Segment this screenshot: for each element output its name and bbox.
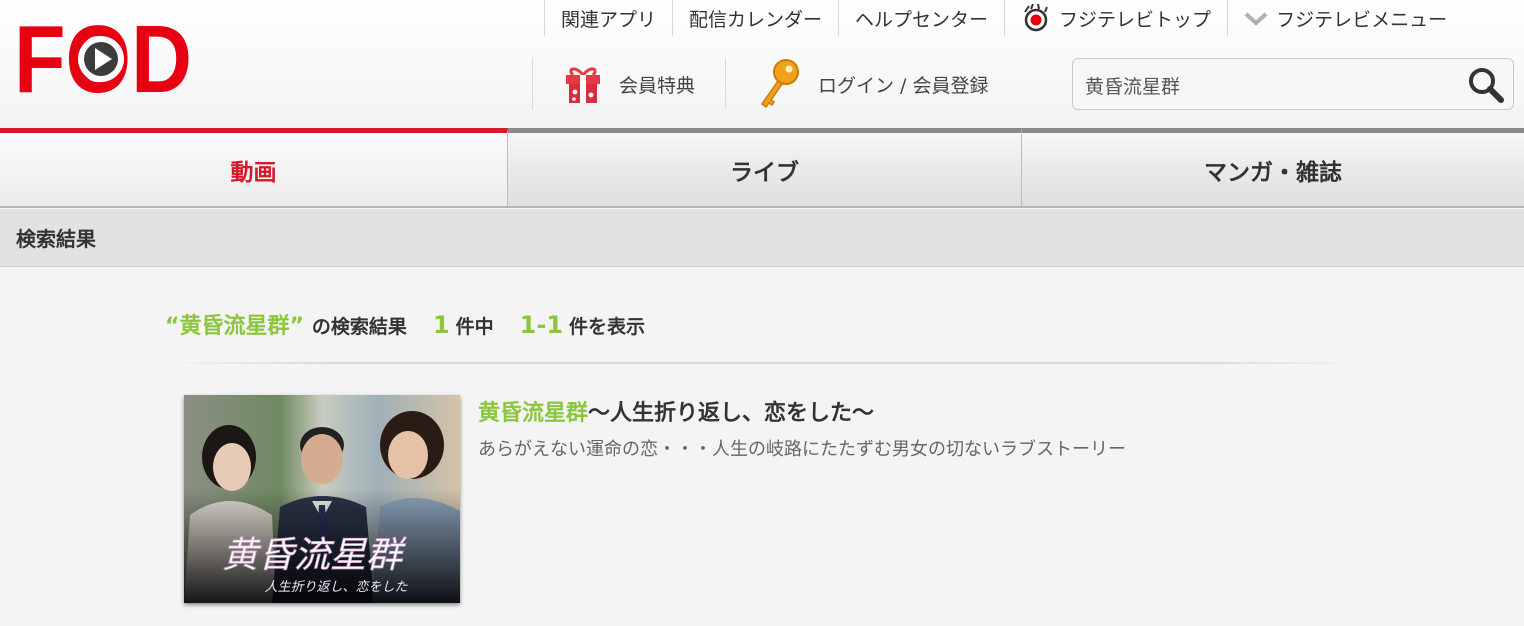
result-item: 黄昏流星群 人生折り返し、恋をした 黄昏流星群〜人生折り返し、恋をした〜 あらが… [184,395,1284,605]
tab-label: ライブ [730,159,799,186]
member-benefits-link[interactable]: 会員特典 [532,58,725,110]
login-register-link[interactable]: ログイン / 会員登録 [725,58,1018,110]
topnav-label: フジテレビトップ [1059,8,1212,31]
result-range-unit: 件を表示 [569,316,646,338]
tab-label: マンガ・雑誌 [1204,159,1342,186]
section-title-bar: 検索結果 [0,209,1524,267]
member-navigation: 会員特典 ログイン / 会員登録 [532,58,1019,110]
site-header: FOD 関連アプリ 配信カレンダー ヘルプセンター フジテレビトップ [0,0,1524,128]
result-title-link[interactable]: 黄昏流星群〜人生折り返し、恋をした〜 [478,395,874,427]
thumb-subtitle: 人生折り返し、恋をした [264,579,408,595]
category-tabs: 動画 ライブ マンガ・雑誌 [0,128,1524,208]
member-benefits-label: 会員特典 [619,74,696,97]
result-title-rest: 〜人生折り返し、恋をした〜 [588,401,875,426]
section-title: 検索結果 [16,227,96,251]
result-range: 1-1 [519,311,564,339]
topnav-related-apps[interactable]: 関連アプリ [544,0,672,36]
search-box [1072,58,1514,111]
topnav-label: フジテレビメニュー [1276,8,1448,31]
tab-live[interactable]: ライブ [508,128,1022,208]
tab-label: 動画 [230,159,277,186]
divider [165,362,1360,364]
topnav-schedule-calendar[interactable]: 配信カレンダー [672,0,838,36]
search-icon[interactable] [1467,66,1505,104]
topnav-label: 関連アプリ [561,8,657,31]
key-icon [756,58,802,110]
fujitv-eye-icon [1021,4,1051,32]
search-query: “黄昏流星群” [165,314,304,339]
summary-suffix: の検索結果 [311,316,407,338]
tab-video[interactable]: 動画 [0,128,508,208]
topnav-help-center[interactable]: ヘルプセンター [838,0,1004,36]
topnav-label: 配信カレンダー [689,8,823,31]
gift-icon [563,63,603,105]
fod-logo[interactable]: FOD [14,14,194,98]
result-total-unit: 件中 [455,316,494,338]
topnav-label: ヘルプセンター [855,8,989,31]
topnav-fujitv-top[interactable]: フジテレビトップ [1004,0,1227,36]
search-result-summary: “黄昏流星群” の検索結果 1 件中 1-1 件を表示 [165,308,645,344]
tab-manga-magazine[interactable]: マンガ・雑誌 [1022,128,1524,208]
topnav-fujitv-menu[interactable]: フジテレビメニュー [1227,0,1463,36]
result-title-highlight: 黄昏流星群 [478,401,589,426]
login-register-label: ログイン / 会員登録 [818,74,989,97]
result-description: あらがえない運命の恋・・・人生の岐路にたたずむ男女の切ないラブストーリー [478,439,1126,460]
chevron-down-icon [1244,10,1268,26]
top-navigation: 関連アプリ 配信カレンダー ヘルプセンター フジテレビトップ フジテレビメニュー [544,0,1463,36]
thumb-title: 黄昏流星群 [222,535,407,576]
result-total: 1 [432,311,450,339]
search-input[interactable] [1083,59,1457,111]
result-thumbnail[interactable]: 黄昏流星群 人生折り返し、恋をした [184,395,460,603]
